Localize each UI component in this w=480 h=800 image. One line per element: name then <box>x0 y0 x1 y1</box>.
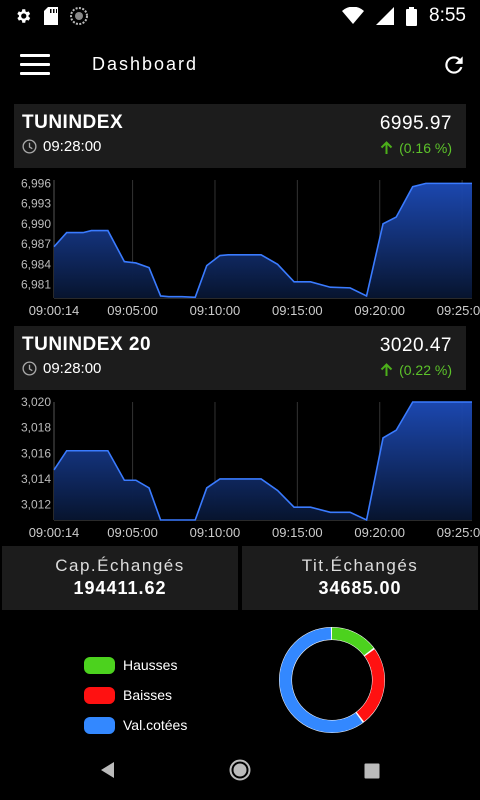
sync-circle-icon <box>70 7 88 25</box>
y-tick-label: 6,996 <box>21 176 51 190</box>
x-tick-label: 09:00:14 <box>29 525 80 540</box>
stat-value: 194411.62 <box>73 578 167 598</box>
back-icon[interactable] <box>99 761 115 779</box>
status-bar: 8:55 <box>0 0 480 32</box>
y-tick-label: 3,020 <box>21 395 51 409</box>
x-tick-label: 09:10:00 <box>190 303 241 318</box>
clock-icon <box>22 139 37 154</box>
legend-item-val-cotees[interactable]: Val.cotées <box>84 710 187 740</box>
y-tick-label: 6,993 <box>21 197 51 211</box>
arrow-up-icon <box>380 363 393 376</box>
clock-icon <box>22 361 37 376</box>
recents-icon[interactable] <box>364 763 380 779</box>
y-tick-label: 3,012 <box>21 498 51 512</box>
legend-item-baisses[interactable]: Baisses <box>84 680 187 710</box>
legend-label: Baisses <box>123 687 173 703</box>
index-card-tunindex: TUNINDEX 09:28:00 6995.97 (0.16 %) 6,996… <box>0 104 480 324</box>
index-change: (0.22 %) <box>399 362 452 378</box>
y-tick-label: 6,987 <box>21 237 51 251</box>
x-tick-label: 09:25:00 <box>437 525 480 540</box>
sd-card-icon <box>44 7 58 25</box>
x-tick-label: 09:05:00 <box>107 525 158 540</box>
x-tick-label: 09:25:00 <box>437 303 480 318</box>
arrow-up-icon <box>380 141 393 154</box>
gear-icon <box>17 9 31 23</box>
index-change: (0.16 %) <box>399 140 452 156</box>
refresh-icon[interactable] <box>441 52 467 78</box>
y-tick-label: 3,016 <box>21 446 51 460</box>
y-tick-label: 6,990 <box>21 217 51 231</box>
index-name: TUNINDEX <box>22 112 124 133</box>
y-tick-label: 3,018 <box>21 421 51 435</box>
intraday-chart-tunindex20: 3,020 3,018 3,016 3,014 3,012 09:00:14 09:05:0… <box>21 395 480 540</box>
x-tick-label: 09:15:00 <box>272 303 323 318</box>
legend-swatch <box>84 686 115 704</box>
area-fill <box>54 402 472 520</box>
page-title: Dashboard <box>92 54 199 74</box>
legend-swatch <box>84 716 115 734</box>
x-tick-label: 09:20:00 <box>354 303 405 318</box>
stat-tit-echanges: Tit.Échangés 34685.00 <box>242 546 478 610</box>
cell-signal-icon <box>376 7 395 25</box>
index-value: 3020.47 <box>379 335 452 356</box>
index-time: 09:28:00 <box>43 138 102 155</box>
app-toolbar: Dashboard <box>0 32 480 98</box>
legend-swatch <box>84 656 115 674</box>
index-header[interactable]: TUNINDEX 09:28:00 6995.97 (0.16 %) <box>14 104 466 168</box>
chart-legend: Hausses Baisses Val.cotées <box>84 650 187 740</box>
market-breadth-donut <box>279 627 385 733</box>
x-tick-label: 09:10:00 <box>190 525 241 540</box>
index-value: 6995.97 <box>379 113 452 134</box>
home-icon[interactable] <box>229 759 251 781</box>
wifi-icon <box>342 7 365 24</box>
donut-hole <box>292 640 372 720</box>
system-nav-bar <box>0 740 480 800</box>
legend-item-hausses[interactable]: Hausses <box>84 650 187 680</box>
clock: 8:55 <box>429 5 466 26</box>
stat-value: 34685.00 <box>318 578 402 598</box>
area-fill <box>54 183 472 298</box>
x-tick-label: 09:00:14 <box>29 303 80 318</box>
stat-label: Cap.Échangés <box>55 556 185 575</box>
battery-icon <box>406 6 418 26</box>
index-card-tunindex20: TUNINDEX 20 09:28:00 3020.47 (0.22 %) 3,… <box>0 326 480 546</box>
y-tick-label: 6,984 <box>21 257 51 271</box>
stat-cap-echanges: Cap.Échangés 194411.62 <box>2 546 238 610</box>
x-tick-label: 09:05:00 <box>107 303 158 318</box>
index-header[interactable]: TUNINDEX 20 09:28:00 3020.47 (0.22 %) <box>14 326 466 390</box>
index-time: 09:28:00 <box>43 360 102 377</box>
x-tick-label: 09:15:00 <box>272 525 323 540</box>
x-tick-label: 09:20:00 <box>354 525 405 540</box>
intraday-chart-tunindex: 6,996 6,993 6,990 6,987 6,984 6,981 09:00:14 09… <box>21 176 480 318</box>
stat-label: Tit.Échangés <box>301 556 419 575</box>
legend-label: Hausses <box>123 657 178 673</box>
y-tick-label: 3,014 <box>21 472 51 486</box>
legend-label: Val.cotées <box>123 717 188 733</box>
index-name: TUNINDEX 20 <box>22 334 152 355</box>
y-tick-label: 6,981 <box>21 278 51 292</box>
hamburger-menu-icon[interactable] <box>20 54 50 76</box>
